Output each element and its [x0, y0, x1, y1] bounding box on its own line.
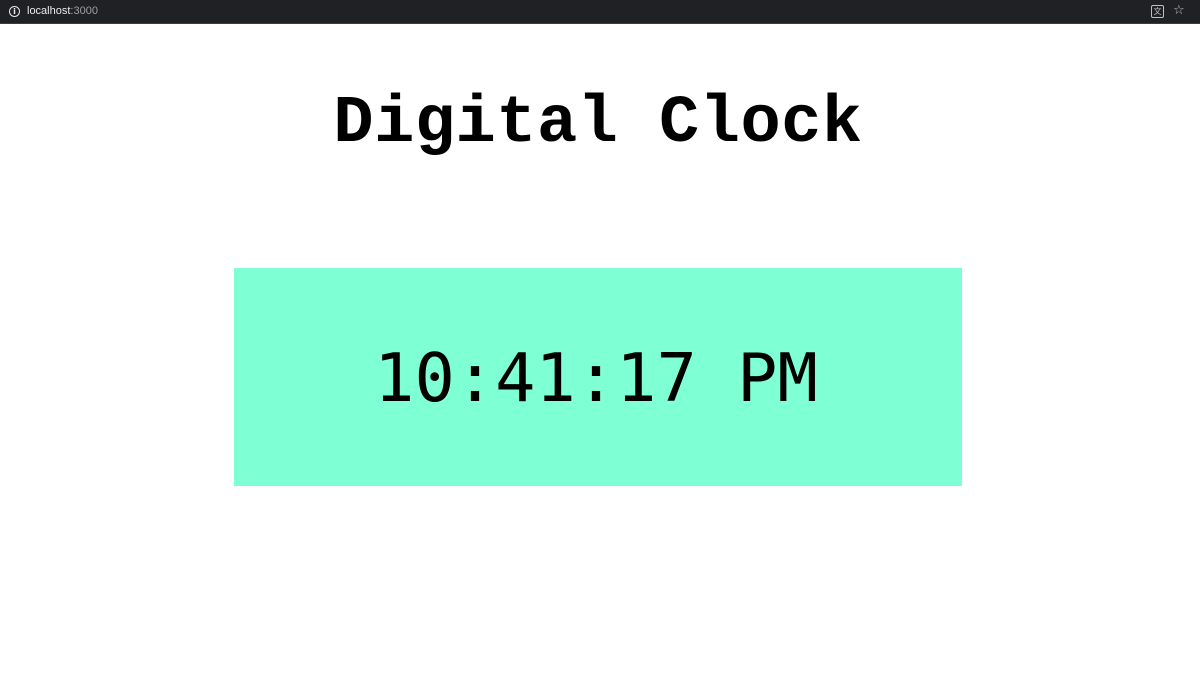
url-host: localhost	[27, 5, 71, 17]
clock-display: 10:41:17 PM	[234, 268, 962, 486]
clock-time: 10:41:17 PM	[374, 339, 818, 417]
browser-toolbar: i localhost:3000 文 ☆	[0, 0, 1200, 24]
address-bar[interactable]: localhost:3000	[27, 5, 98, 17]
info-icon[interactable]: i	[9, 6, 20, 17]
star-icon[interactable]: ☆	[1173, 3, 1185, 19]
url-port: :3000	[70, 5, 98, 17]
page-title: Digital Clock	[333, 86, 863, 162]
translate-icon[interactable]: 文	[1151, 5, 1164, 18]
